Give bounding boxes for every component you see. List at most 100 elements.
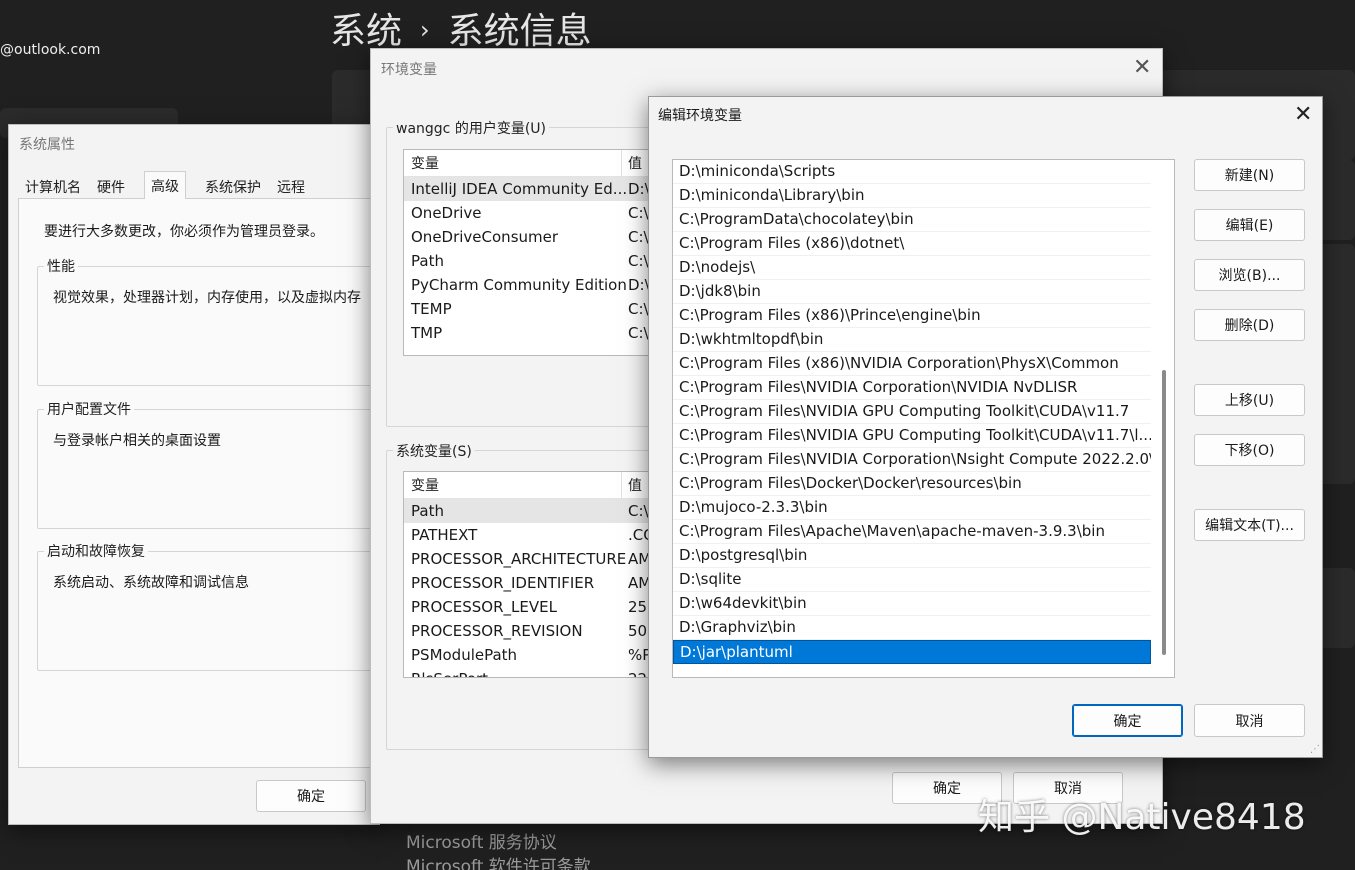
path-entry[interactable]: C:\ProgramData\chocolatey\bin [673, 208, 1151, 232]
path-entry[interactable]: D:\jdk8\bin [673, 280, 1151, 304]
ok-button[interactable]: 确定 [256, 780, 366, 812]
variable-value: D:\ [628, 276, 650, 294]
path-entry[interactable]: C:\Program Files (x86)\Prince\engine\bin [673, 304, 1151, 328]
path-entry[interactable]: C:\Program Files (x86)\dotnet\ [673, 232, 1151, 256]
table-row[interactable]: PathC:\ [404, 249, 649, 273]
path-entry[interactable]: D:\sqlite [673, 568, 1151, 592]
breadcrumb-parent[interactable]: 系统 [330, 11, 402, 52]
performance-group [37, 266, 380, 386]
user-variables-label: wanggc 的用户变量(U) [393, 118, 549, 138]
path-entry[interactable]: C:\Program Files\NVIDIA GPU Computing To… [673, 400, 1151, 424]
table-row[interactable]: Path C:\ [404, 499, 649, 523]
variable-name: Path [411, 502, 444, 520]
table-row[interactable]: PSModulePath %P [404, 643, 649, 667]
edit-button[interactable]: 编辑(E) [1194, 209, 1305, 241]
move-down-button[interactable]: 下移(O) [1194, 434, 1305, 466]
variable-name: IntelliJ IDEA Community Ed... [411, 180, 627, 198]
path-entry[interactable]: D:\Graphviz\bin [673, 616, 1151, 640]
edit-ok-button[interactable]: 确定 [1072, 704, 1183, 737]
table-row[interactable]: RlsSerPort 22 [404, 667, 649, 678]
browse-button[interactable]: 浏览(B)... [1194, 259, 1305, 291]
variable-name: TMP [411, 324, 442, 342]
edit-cancel-button[interactable]: 取消 [1194, 704, 1305, 737]
table-row[interactable]: PROCESSOR_LEVEL25 [404, 595, 649, 619]
table-row[interactable]: PROCESSOR_IDENTIFIERAM [404, 571, 649, 595]
variable-name: PSModulePath [411, 646, 517, 664]
system-variables-list[interactable]: 变量 值 PathC:\PATHEXT.COPROCESSOR_ARCHITEC… [403, 471, 650, 678]
delete-button[interactable]: 删除(D) [1194, 309, 1305, 341]
col-variable-header[interactable]: 变量 [411, 475, 439, 495]
path-entry[interactable]: D:\w64devkit\bin [673, 592, 1151, 616]
col-value-header[interactable]: 值 [628, 153, 642, 173]
path-entry[interactable]: D:\miniconda\Scripts [673, 160, 1151, 184]
path-entry[interactable]: C:\Program Files\Docker\Docker\resources… [673, 472, 1151, 496]
tab-system-protection[interactable]: 系统保护 [205, 176, 261, 198]
path-entry[interactable]: D:\miniconda\Library\bin [673, 184, 1151, 208]
variable-name: PyCharm Community Edition [411, 276, 627, 294]
close-icon[interactable]: ✕ [1294, 104, 1312, 126]
performance-text: 视觉效果，处理器计划，内存使用，以及虚拟内存 [53, 287, 380, 307]
path-entry[interactable]: D:\jar\plantuml [673, 640, 1151, 664]
path-list[interactable]: D:\miniconda\ScriptsD:\miniconda\Library… [672, 159, 1175, 678]
path-entry[interactable]: C:\Program Files (x86)\NVIDIA Corporatio… [673, 352, 1151, 376]
table-row[interactable]: TEMPC:\ [404, 297, 649, 321]
col-value-header[interactable]: 值 [628, 475, 642, 495]
license-terms-link[interactable]: Microsoft 软件许可条款 [406, 852, 591, 870]
variable-value: C:\ [628, 252, 649, 270]
dialog-title: 系统属性 [19, 134, 75, 154]
service-agreement-link[interactable]: Microsoft 服务协议 [406, 828, 557, 853]
path-entry[interactable]: C:\Program Files\NVIDIA Corporation\NVID… [673, 376, 1151, 400]
performance-label: 性能 [44, 256, 78, 276]
breadcrumb-separator: › [420, 16, 430, 44]
scrollbar-thumb[interactable] [1162, 370, 1166, 655]
path-entry[interactable]: C:\Program Files\NVIDIA GPU Computing To… [673, 424, 1151, 448]
path-entry[interactable]: D:\nodejs\ [673, 256, 1151, 280]
startup-recovery-group [37, 551, 380, 671]
admin-note: 要进行大多数更改，你必须作为管理员登录。 [44, 221, 324, 241]
table-row[interactable]: PROCESSOR_ARCHITECTUREAM [404, 547, 649, 571]
close-icon[interactable]: ✕ [1133, 57, 1151, 79]
variable-value: AM [628, 550, 650, 568]
variable-value: AM [628, 574, 650, 592]
tab-advanced[interactable]: 高级 [144, 171, 186, 199]
tab-hardware[interactable]: 硬件 [97, 176, 125, 198]
variable-value: .CO [628, 526, 650, 544]
variable-name: PROCESSOR_REVISION [411, 622, 583, 640]
path-entry[interactable]: C:\Program Files\NVIDIA Corporation\Nsig… [673, 448, 1151, 472]
tab-computer-name[interactable]: 计算机名 [25, 176, 81, 198]
table-row[interactable]: PROCESSOR_REVISION50 [404, 619, 649, 643]
account-email: @outlook.com [0, 42, 100, 58]
variable-name: PATHEXT [411, 526, 477, 544]
tab-remote[interactable]: 远程 [277, 176, 305, 198]
path-entry[interactable]: D:\postgresql\bin [673, 544, 1151, 568]
table-row[interactable]: IntelliJ IDEA Community Ed...D:\ [404, 177, 649, 201]
dialog-title: 环境变量 [381, 59, 437, 79]
path-entry[interactable]: D:\mujoco-2.3.3\bin [673, 496, 1151, 520]
variable-value: 22 [628, 670, 647, 678]
variable-name: OneDriveConsumer [411, 228, 558, 246]
variable-name: TEMP [411, 300, 452, 318]
table-row[interactable]: PyCharm Community EditionD:\ [404, 273, 649, 297]
edit-text-button[interactable]: 编辑文本(T)... [1194, 509, 1305, 541]
dialog-title: 编辑环境变量 [658, 105, 742, 125]
move-up-button[interactable]: 上移(U) [1194, 384, 1305, 416]
variable-name: PROCESSOR_ARCHITECTURE [411, 550, 626, 568]
system-variables-label: 系统变量(S) [393, 441, 475, 461]
variable-value: C:\ [628, 228, 649, 246]
variable-value: C:\ [628, 502, 649, 520]
path-entry[interactable]: D:\wkhtmltopdf\bin [673, 328, 1151, 352]
table-row[interactable]: TMPC:\ [404, 321, 649, 345]
resize-grip-icon[interactable]: ⋰ [1310, 744, 1320, 755]
path-entry[interactable]: C:\Program Files\Apache\Maven\apache-mav… [673, 520, 1151, 544]
variable-value: %P [628, 646, 650, 664]
variable-name: OneDrive [411, 204, 482, 222]
new-button[interactable]: 新建(N) [1194, 159, 1305, 191]
startup-recovery-text: 系统启动、系统故障和调试信息 [53, 572, 249, 592]
table-row[interactable]: OneDriveConsumer C:\ [404, 225, 649, 249]
col-variable-header[interactable]: 变量 [411, 153, 439, 173]
table-row[interactable]: OneDriveC:\ [404, 201, 649, 225]
table-row[interactable]: PATHEXT .CO [404, 523, 649, 547]
list-header: 变量 值 [404, 472, 649, 499]
user-variables-list[interactable]: 变量 值 IntelliJ IDEA Community Ed...D:\One… [403, 149, 650, 356]
variable-name: RlsSerPort [411, 670, 488, 678]
